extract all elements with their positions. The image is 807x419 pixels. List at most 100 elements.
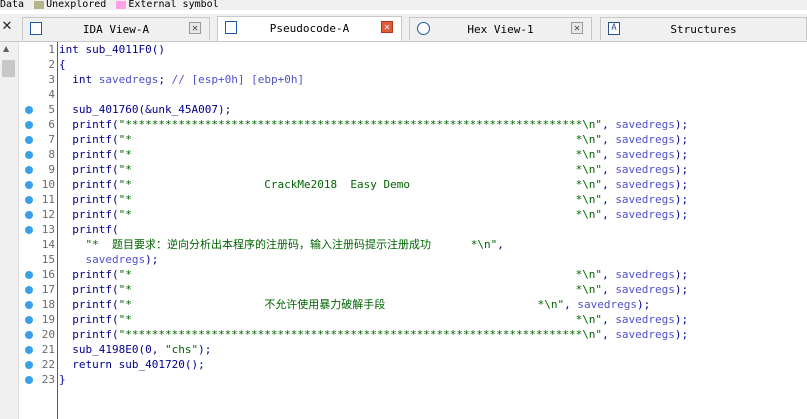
line-number: 15 [19,252,57,267]
line-number-text: 13 [41,223,55,236]
line-number-text: 23 [41,373,55,386]
code-line[interactable]: printf("* *\n", savedregs); [59,207,688,222]
line-number-gutter: 1 2 3 4 5 6 7 8 9 10 11 12 13 14 15 16 17 18 19 20 21 22 23 [19,42,58,419]
vertical-scrollbar[interactable]: ▲ [0,42,19,419]
code-line[interactable]: printf("* *\n", savedregs); [59,147,688,162]
line-number-text: 4 [48,88,55,101]
line-number: 1 [19,42,57,57]
line-number: 13 [19,222,57,237]
code-line[interactable]: printf( [59,222,118,237]
line-number-text: 17 [41,283,55,296]
line-number-text: 5 [48,103,55,116]
breakpoint-marker-icon[interactable] [25,316,33,324]
line-number-text: 7 [48,133,55,146]
line-number: 7 [19,132,57,147]
line-number: 17 [19,282,57,297]
code-line[interactable]: printf("* *\n", savedregs); [59,312,688,327]
line-number: 14 [19,237,57,252]
line-number-text: 1 [48,43,55,56]
line-number-text: 19 [41,313,55,326]
code-line[interactable]: "* 题目要求：逆向分析出本程序的注册码，输入注册码提示注册成功 *\n", [59,237,504,252]
line-number-text: 20 [41,328,55,341]
tab-bar: ✕ IDA View-A ✕ Pseudocode-A ✕ Hex View-1… [0,14,807,42]
breakpoint-marker-icon[interactable] [25,286,33,294]
breakpoint-marker-icon[interactable] [25,211,33,219]
line-number: 2 [19,57,57,72]
code-line[interactable]: printf("* *\n", savedregs); [59,132,688,147]
line-number-text: 18 [41,298,55,311]
code-line[interactable]: sub_401760(&unk_45A007); [59,102,231,117]
code-line[interactable]: int sub_4011F0() [59,42,165,57]
line-number: 12 [19,207,57,222]
legend-item-unexplored: Unexplored [46,0,107,10]
line-number: 22 [19,357,57,372]
tab-label: Structures [670,23,737,36]
line-number-text: 15 [41,253,55,266]
line-number-text: 10 [41,178,55,191]
breakpoint-marker-icon[interactable] [25,361,33,369]
breakpoint-marker-icon[interactable] [25,196,33,204]
code-line[interactable]: savedregs); [59,252,159,267]
breakpoint-marker-icon[interactable] [25,331,33,339]
line-number: 9 [19,162,57,177]
code-line[interactable]: { [59,57,66,72]
tab-pseudocode[interactable]: Pseudocode-A ✕ [217,16,402,41]
code-line[interactable]: printf("* *\n", savedregs); [59,267,688,282]
code-line[interactable]: return sub_401720(); [59,357,204,372]
line-number: 10 [19,177,57,192]
code-line[interactable]: int savedregs; // [esp+0h] [ebp+0h] [59,72,304,87]
code-line[interactable]: } [59,372,66,387]
tab-structures[interactable]: A Structures [600,17,807,40]
code-line[interactable]: printf("* *\n", savedregs); [59,282,688,297]
close-icon[interactable]: ✕ [0,14,14,41]
line-number-text: 8 [48,148,55,161]
line-number: 20 [19,327,57,342]
tab-close-icon[interactable]: ✕ [571,22,583,34]
line-number: 18 [19,297,57,312]
breakpoint-marker-icon[interactable] [25,121,33,129]
line-number: 4 [19,87,57,102]
breakpoint-marker-icon[interactable] [25,166,33,174]
scroll-up-icon[interactable]: ▲ [3,44,9,53]
line-number-text: 21 [41,343,55,356]
line-number-text: 11 [41,193,55,206]
tab-close-icon[interactable]: ✕ [189,22,201,34]
code-line[interactable]: printf("********************************… [59,327,688,342]
code-line[interactable]: sub_4198E0(0, "chs"); [59,342,211,357]
breakpoint-marker-icon[interactable] [25,346,33,354]
code-line[interactable]: printf("* CrackMe2018 Easy Demo *\n", sa… [59,177,688,192]
tab-label: Pseudocode-A [269,22,350,35]
breakpoint-marker-icon[interactable] [25,226,33,234]
legend-swatch-external [116,1,127,9]
breakpoint-marker-icon[interactable] [25,136,33,144]
legend-item-data: Data [0,0,25,10]
tab-ida-view[interactable]: IDA View-A ✕ [22,17,210,40]
breakpoint-marker-icon[interactable] [25,271,33,279]
breakpoint-marker-icon[interactable] [25,106,33,114]
scrollbar-thumb[interactable] [2,60,15,77]
tab-hex-view[interactable]: Hex View-1 ✕ [409,17,592,40]
breakpoint-marker-icon[interactable] [25,376,33,384]
color-legend: Data Unexplored External symbol [0,0,807,10]
line-number-text: 9 [48,163,55,176]
code-line[interactable]: printf("* 不允许使用暴力破解手段 *\n", savedregs); [59,297,650,312]
legend-item-external: External symbol [128,0,219,10]
breakpoint-marker-icon[interactable] [25,181,33,189]
line-number: 5 [19,102,57,117]
code-line[interactable]: printf("* *\n", savedregs); [59,162,688,177]
line-number: 11 [19,192,57,207]
code-line[interactable]: printf("********************************… [59,117,688,132]
line-number-text: 12 [41,208,55,221]
legend-swatch-unexplored [34,1,45,9]
code-area[interactable]: int sub_4011F0(){ int savedregs; // [esp… [59,42,807,419]
breakpoint-marker-icon[interactable] [25,151,33,159]
line-number: 16 [19,267,57,282]
line-number: 3 [19,72,57,87]
pseudocode-editor[interactable]: ▲ 1 2 3 4 5 6 7 8 9 10 11 12 13 14 15 16 17 18 19 20 21 22 23 … [0,42,807,419]
code-line[interactable]: printf("* *\n", savedregs); [59,192,688,207]
line-number-text: 16 [41,268,55,281]
tab-close-icon[interactable]: ✕ [381,21,393,33]
line-number: 8 [19,147,57,162]
tab-label: Hex View-1 [467,23,534,36]
breakpoint-marker-icon[interactable] [25,301,33,309]
